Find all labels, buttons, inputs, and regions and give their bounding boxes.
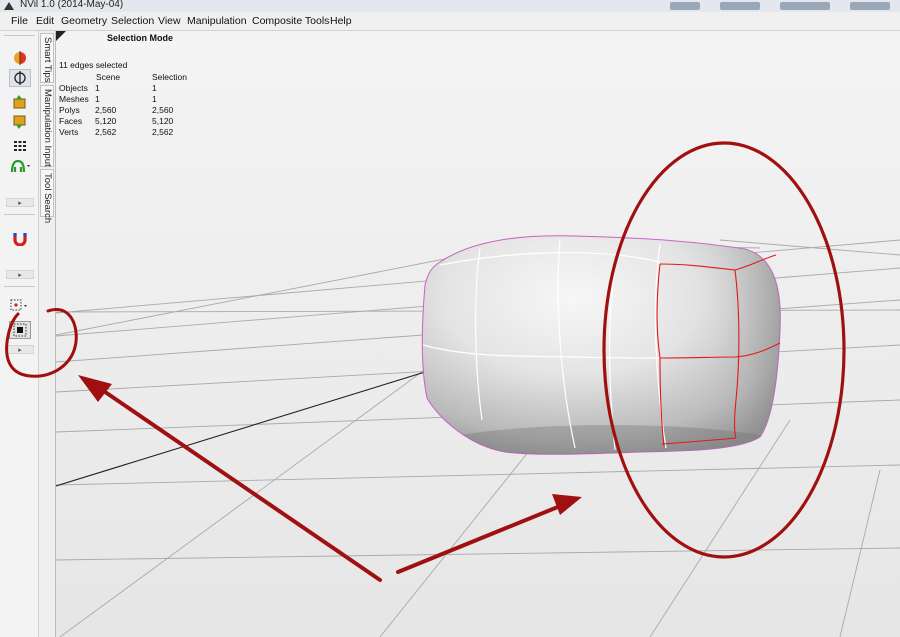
menu-bar: File Edit Geometry Selection View Manipu… bbox=[0, 12, 900, 31]
window-title: NVil 1.0 (2014-May-04) bbox=[20, 0, 124, 10]
tab-label: Manipulation Input bbox=[42, 89, 53, 167]
stats-selection-value: 5,120 bbox=[152, 116, 174, 126]
3d-viewport[interactable]: Selection Mode 11 edges selected Scene S… bbox=[56, 31, 900, 637]
menu-view[interactable]: View bbox=[158, 15, 181, 27]
app-logo-icon bbox=[4, 2, 14, 10]
box-down-icon[interactable] bbox=[9, 113, 31, 131]
stats-selection-value: 2,562 bbox=[152, 127, 174, 137]
selection-summary: 11 edges selected bbox=[59, 60, 128, 70]
box-up-icon[interactable] bbox=[9, 93, 31, 111]
symmetry-color-icon[interactable] bbox=[9, 49, 31, 67]
magnet-icon[interactable] bbox=[9, 230, 31, 248]
tab-smart-tips[interactable]: Smart Tips bbox=[40, 33, 54, 83]
menu-edit[interactable]: Edit bbox=[36, 15, 54, 27]
toolbar-expand-button[interactable]: ▸ bbox=[6, 198, 34, 207]
box-select-icon[interactable] bbox=[9, 321, 31, 339]
stats-row: Objects 1 1 bbox=[59, 83, 259, 94]
tab-manipulation-input[interactable]: Manipulation Input bbox=[40, 85, 54, 167]
stats-scene-value: 5,120 bbox=[95, 116, 117, 126]
stats-row: Verts 2,562 2,562 bbox=[59, 127, 259, 138]
title-bar: NVil 1.0 (2014-May-04) bbox=[0, 0, 900, 12]
mesh-object bbox=[421, 235, 781, 455]
stats-scene-value: 2,560 bbox=[95, 105, 117, 115]
stats-header-selection: Selection bbox=[152, 72, 187, 82]
stats-scene-value: 2,562 bbox=[95, 127, 117, 137]
toolbar-expand-button[interactable]: ▸ bbox=[6, 270, 34, 279]
stats-label: Faces bbox=[59, 116, 83, 126]
toolbar-divider bbox=[4, 286, 35, 287]
menu-help[interactable]: Help bbox=[330, 15, 352, 27]
left-toolbar: ▸ ▸ ▸ bbox=[0, 31, 39, 637]
stats-row: Meshes 1 1 bbox=[59, 94, 259, 105]
taskbar-previews bbox=[660, 0, 900, 12]
selection-dots-icon[interactable] bbox=[9, 296, 31, 314]
tab-tool-search[interactable]: Tool Search bbox=[40, 169, 54, 223]
stats-row: Faces 5,120 5,120 bbox=[59, 116, 259, 127]
mode-label: Selection Mode bbox=[107, 33, 174, 43]
menu-manipulation[interactable]: Manipulation bbox=[187, 15, 247, 27]
grid-dots-icon[interactable] bbox=[9, 137, 31, 155]
stats-label: Verts bbox=[59, 127, 79, 137]
tab-label: Smart Tips bbox=[42, 37, 53, 83]
side-tab-strip: Smart Tips Manipulation Input Tool Searc… bbox=[39, 31, 56, 637]
stats-header-scene: Scene bbox=[96, 72, 121, 82]
stats-scene-value: 1 bbox=[95, 94, 100, 104]
menu-selection[interactable]: Selection bbox=[111, 15, 154, 27]
character-icon[interactable] bbox=[9, 157, 31, 175]
viewport-corner-icon[interactable] bbox=[56, 31, 66, 41]
stats-label: Meshes bbox=[59, 94, 89, 104]
stats-label: Objects bbox=[59, 83, 88, 93]
menu-geometry[interactable]: Geometry bbox=[61, 15, 107, 27]
axis-line bbox=[56, 354, 481, 487]
menu-file[interactable]: File bbox=[11, 15, 28, 27]
toolbar-divider bbox=[4, 214, 35, 215]
tab-label: Tool Search bbox=[42, 173, 53, 224]
toolbar-divider bbox=[4, 35, 35, 36]
toolbar-expand-button[interactable]: ▸ bbox=[6, 345, 34, 354]
stats-selection-value: 1 bbox=[152, 83, 157, 93]
stats-label: Polys bbox=[59, 105, 80, 115]
stats-selection-value: 2,560 bbox=[152, 105, 174, 115]
stats-row: Polys 2,560 2,560 bbox=[59, 105, 259, 116]
menu-composite-tools[interactable]: Composite Tools bbox=[252, 15, 329, 27]
mirror-axis-icon[interactable] bbox=[9, 69, 31, 87]
stats-selection-value: 1 bbox=[152, 94, 157, 104]
stats-scene-value: 1 bbox=[95, 83, 100, 93]
